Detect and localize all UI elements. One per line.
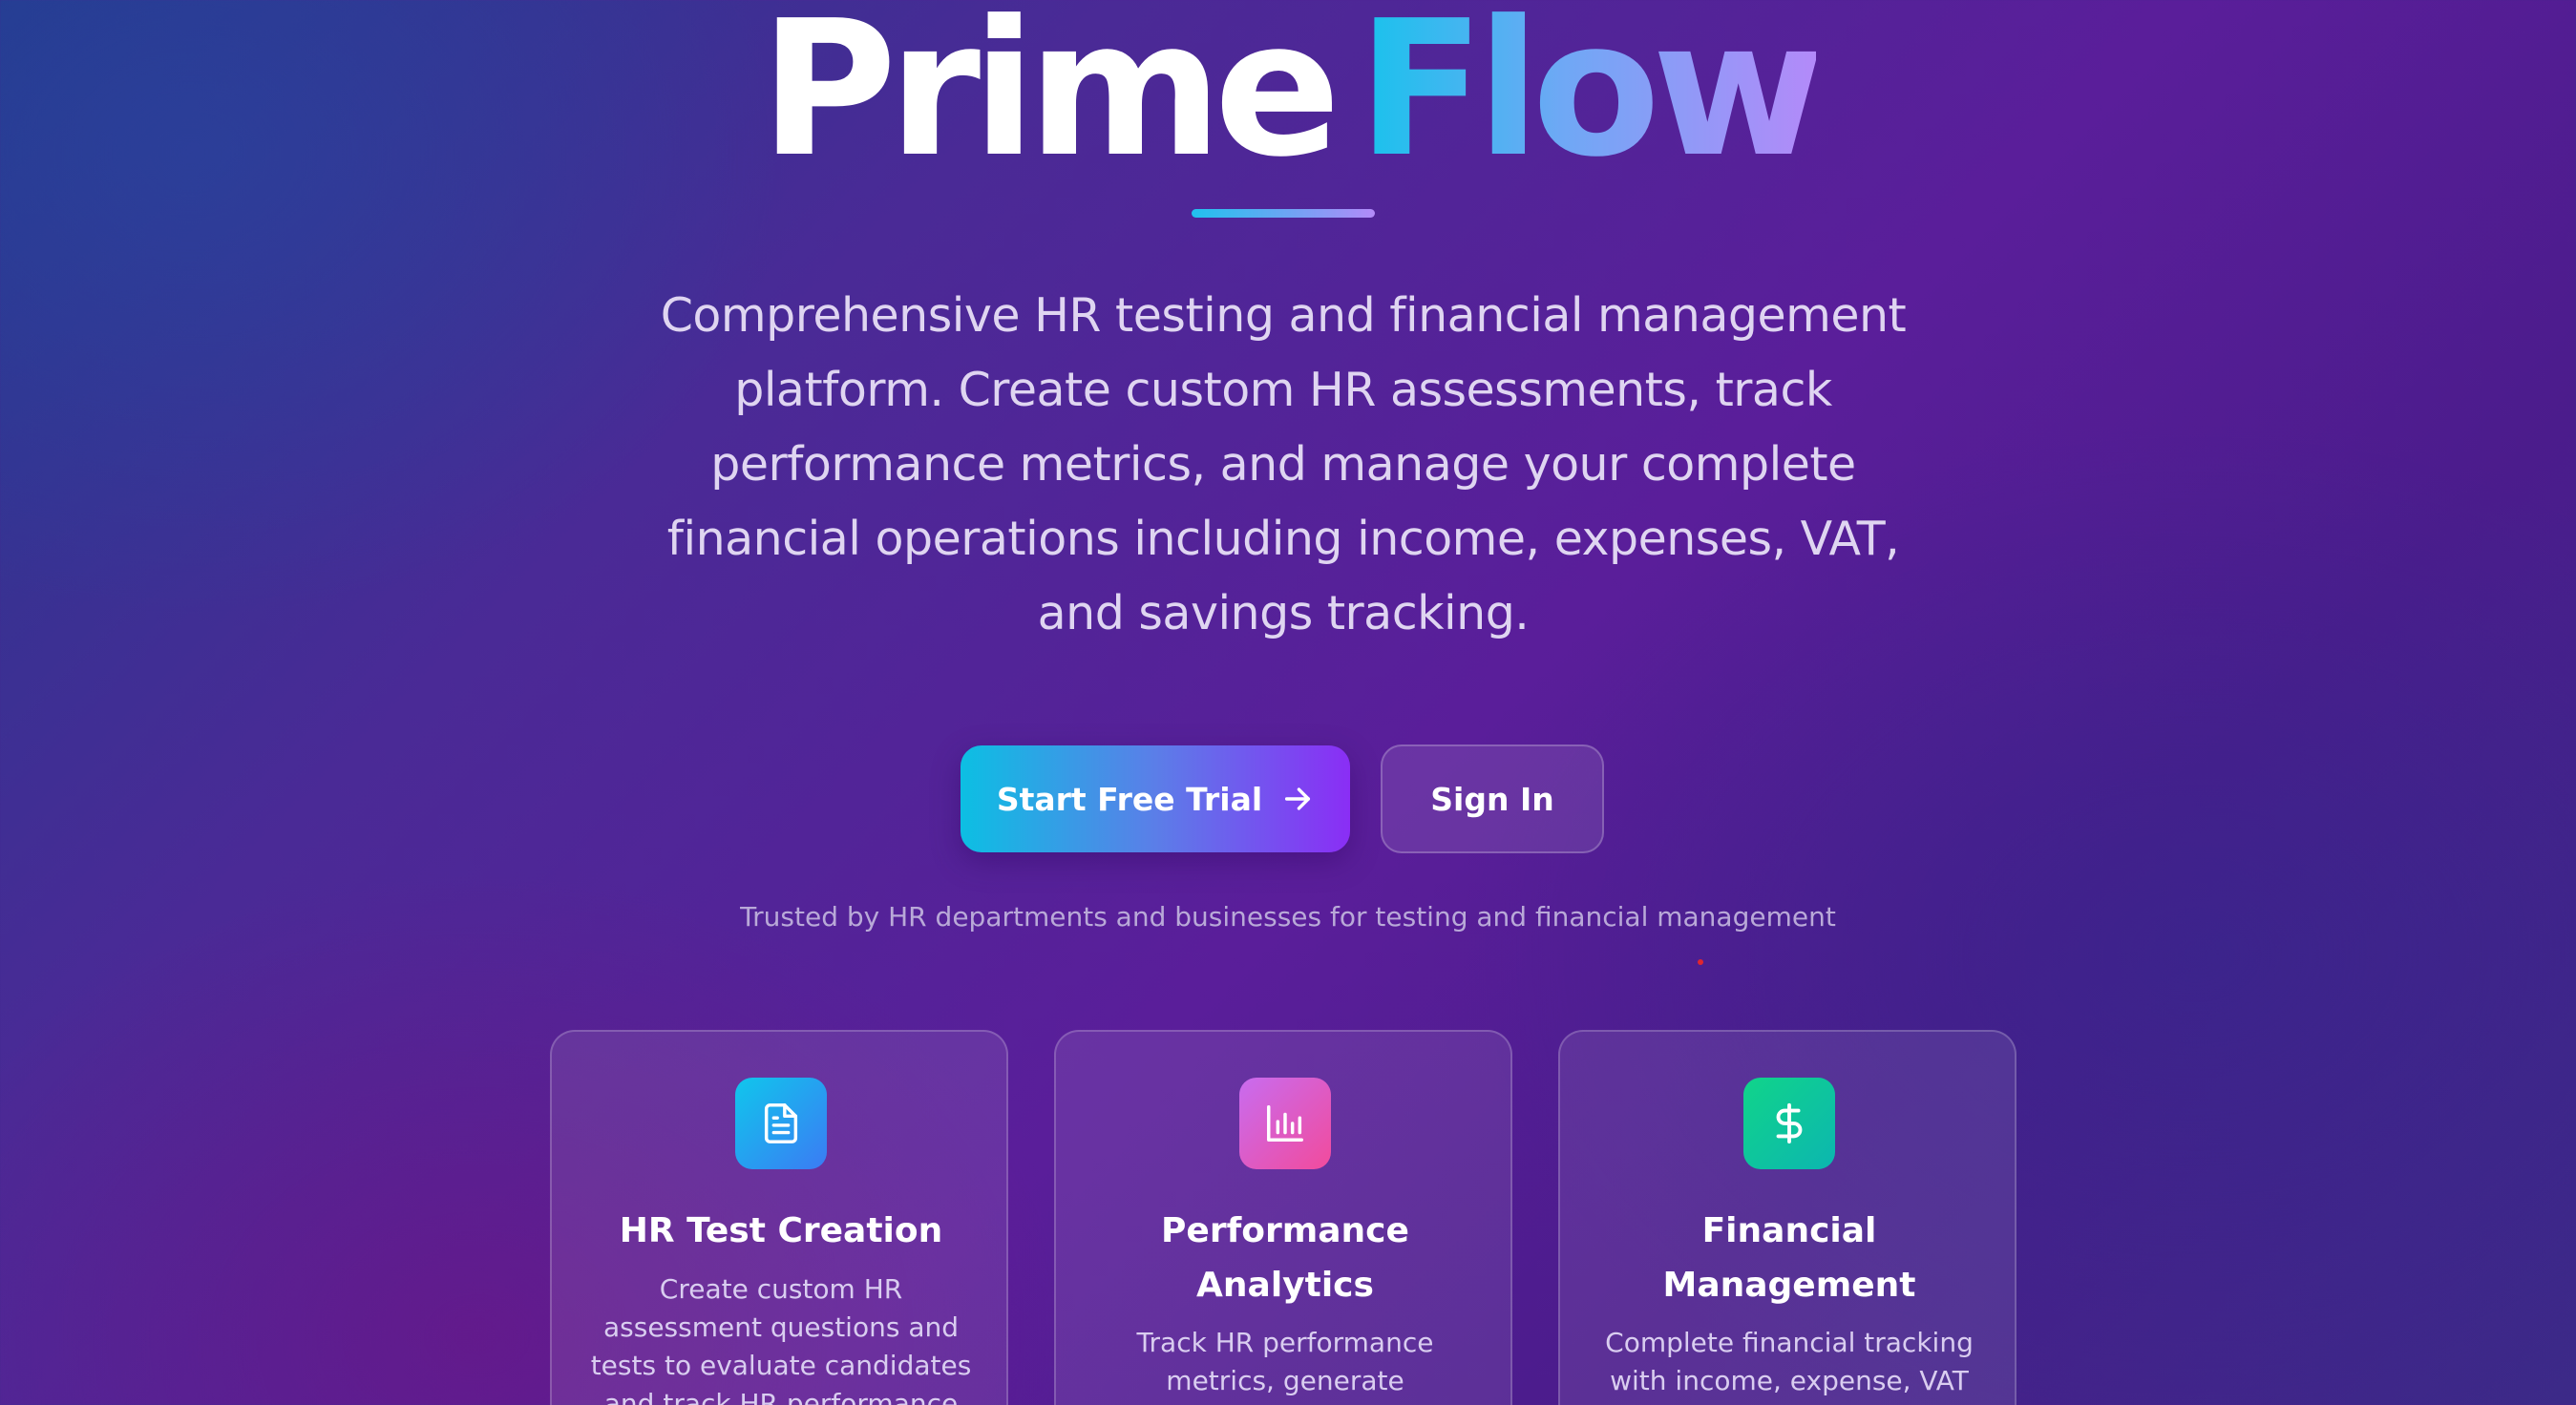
feature-description: Complete financial tracking with income,… bbox=[1605, 1327, 1974, 1396]
red-dot-marker bbox=[1698, 959, 1703, 965]
brand-word-flow: Flow bbox=[1357, 0, 1825, 183]
feature-card-financial-management: Financial Management Complete financial … bbox=[1558, 1030, 2016, 1405]
start-free-trial-button[interactable]: Start Free Trial bbox=[961, 745, 1350, 852]
feature-card-hr-test-creation: HR Test Creation Create custom HR assess… bbox=[550, 1030, 1008, 1405]
brand-logo: Prime Flow bbox=[0, 0, 2576, 191]
document-icon bbox=[735, 1078, 827, 1169]
hero-tagline: Comprehensive HR testing and financial m… bbox=[660, 288, 1907, 640]
feature-title: Performance Analytics bbox=[1161, 1211, 1409, 1305]
trusted-by-text: Trusted by HR departments and businesses… bbox=[740, 901, 1836, 933]
brand-underline bbox=[1192, 209, 1375, 218]
brand-word-prime: Prime bbox=[759, 0, 1341, 199]
sign-in-label: Sign In bbox=[1430, 780, 1554, 818]
start-free-trial-label: Start Free Trial bbox=[996, 780, 1263, 818]
bar-chart-icon bbox=[1239, 1078, 1331, 1169]
feature-description: Create custom HR assessment questions an… bbox=[590, 1273, 972, 1405]
sign-in-button[interactable]: Sign In bbox=[1381, 744, 1604, 853]
feature-card-performance-analytics: Performance Analytics Track HR performan… bbox=[1054, 1030, 1512, 1405]
feature-description: Track HR performance metrics, generate bbox=[1136, 1327, 1434, 1396]
arrow-right-icon bbox=[1285, 787, 1311, 810]
dollar-icon bbox=[1743, 1078, 1835, 1169]
feature-title: HR Test Creation bbox=[619, 1211, 943, 1250]
feature-title: Financial Management bbox=[1662, 1211, 1916, 1305]
